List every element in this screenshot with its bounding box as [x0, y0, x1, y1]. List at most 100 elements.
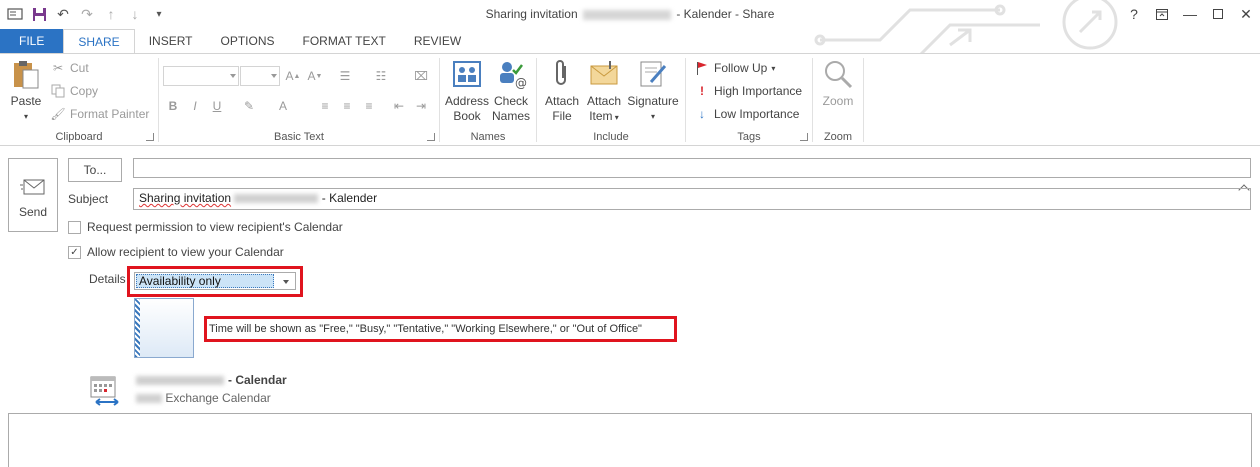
paste-dropdown-icon: ▾ — [23, 112, 28, 121]
tags-group-label: Tags — [737, 131, 761, 143]
magnifier-icon — [825, 61, 853, 89]
preview-stripe — [135, 299, 140, 357]
align-center-icon[interactable]: ≡ — [337, 96, 357, 116]
include-group-label: Include — [593, 131, 629, 143]
separator — [863, 58, 864, 142]
shrink-font-icon[interactable]: A ▼ — [305, 66, 325, 86]
envelope-attach-icon — [590, 61, 618, 85]
zoom-group: Zoom Zoom — [813, 54, 863, 146]
include-group: Attach File Attach Item ▾ Signature ▾ In… — [537, 54, 685, 146]
redacted-text — [136, 394, 162, 404]
align-left-icon[interactable]: ≡ — [315, 96, 335, 116]
attach-item-dropdown-icon: ▾ — [612, 113, 619, 122]
paintbrush-icon: 🖌 — [50, 107, 66, 121]
checkbox-unchecked-icon — [68, 220, 81, 234]
signature-icon — [640, 61, 667, 87]
zoom-group-label: Zoom — [823, 131, 853, 143]
check-names-button[interactable]: @ Check Names — [488, 58, 534, 124]
clipboard-dialog-launcher-icon[interactable] — [146, 133, 154, 141]
increase-indent-icon[interactable]: ⇥ — [411, 96, 431, 116]
ribbon-display-options-icon[interactable] — [1148, 0, 1176, 28]
tab-options[interactable]: OPTIONS — [206, 29, 288, 53]
zoom-button[interactable]: Zoom — [819, 58, 857, 109]
exclamation-icon: ! — [700, 84, 704, 98]
tab-share[interactable]: SHARE — [63, 29, 135, 54]
font-color-icon[interactable]: A — [273, 96, 293, 116]
bold-icon[interactable]: B — [163, 96, 183, 116]
calendar-type: Exchange Calendar — [136, 391, 271, 405]
checkbox-checked-icon: ✓ — [68, 245, 81, 259]
chevron-down-icon — [271, 74, 277, 78]
tab-insert[interactable]: INSERT — [135, 29, 207, 53]
clear-formatting-icon[interactable]: ⌧ — [411, 66, 431, 86]
message-body[interactable] — [8, 413, 1252, 467]
ribbon-tabs: FILE SHARE INSERT OPTIONS FORMAT TEXT RE… — [0, 29, 1260, 54]
close-button[interactable]: ✕ — [1232, 0, 1260, 28]
to-field[interactable] — [133, 158, 1251, 178]
request-permission-checkbox[interactable]: Request permission to view recipient's C… — [68, 220, 343, 234]
high-importance-button[interactable]: ! High Importance — [694, 81, 802, 101]
tags-dialog-launcher-icon[interactable] — [800, 133, 808, 141]
redacted-name — [583, 9, 671, 20]
decrease-indent-icon[interactable]: ⇤ — [389, 96, 409, 116]
check-names-icon: @ — [500, 62, 527, 90]
align-right-icon[interactable]: ≡ — [359, 96, 379, 116]
italic-icon[interactable]: I — [185, 96, 205, 116]
clipboard-icon — [14, 61, 39, 89]
tab-file[interactable]: FILE — [0, 29, 64, 53]
svg-text:@: @ — [515, 76, 527, 90]
low-importance-button[interactable]: ↓ Low Importance — [694, 104, 799, 124]
copy-icon — [50, 83, 66, 99]
signature-button[interactable]: Signature ▾ — [625, 58, 681, 124]
subject-field[interactable]: Sharing invitation - Kalender — [133, 188, 1251, 210]
highlight-icon[interactable]: ✎ — [239, 96, 259, 116]
address-book-button[interactable]: Address Book — [442, 58, 492, 124]
calendar-icon — [90, 376, 119, 406]
tab-format-text[interactable]: FORMAT TEXT — [289, 29, 400, 53]
details-label: Details — [89, 272, 126, 286]
tab-review[interactable]: REVIEW — [400, 29, 475, 53]
copy-button[interactable]: Copy — [50, 81, 98, 101]
follow-up-button[interactable]: Follow Up ▾ — [694, 58, 775, 78]
redacted-name — [234, 194, 319, 204]
allow-recipient-checkbox[interactable]: ✓ Allow recipient to view your Calendar — [68, 245, 284, 259]
redacted-name — [136, 376, 224, 386]
send-envelope-icon — [20, 179, 45, 195]
maximize-button[interactable] — [1204, 0, 1232, 28]
numbering-icon[interactable]: ☷ — [371, 66, 391, 86]
tags-group: Follow Up ▾ ! High Importance ↓ Low Impo… — [686, 54, 812, 146]
arrow-down-icon: ↓ — [699, 107, 705, 121]
details-description: Time will be shown as "Free," "Busy," "T… — [209, 323, 642, 335]
names-group-label: Names — [470, 131, 506, 143]
clipboard-group-label: Clipboard — [55, 131, 103, 143]
chevron-down-icon — [283, 280, 289, 284]
clipboard-group: Paste ▾ ✂ Cut Copy 🖌 Format Painter Clip… — [0, 54, 158, 146]
basic-text-group: A ▲ A ▼ ☰ ☷ ⌧ B I U ✎ A ≡ ≡ ≡ ⇤ ⇥ Basic Te… — [159, 54, 439, 146]
underline-icon[interactable]: U — [207, 96, 227, 116]
paperclip-icon — [556, 60, 566, 85]
bullets-icon[interactable]: ☰ — [335, 66, 355, 86]
calendar-name: - Calendar — [136, 373, 287, 387]
to-button[interactable]: To... — [68, 158, 122, 182]
names-group: Address Book @ Check Names Names — [440, 54, 536, 146]
send-button[interactable]: Send — [8, 158, 58, 232]
basic-text-dialog-launcher-icon[interactable] — [427, 133, 435, 141]
flag-icon — [694, 60, 710, 76]
format-painter-button[interactable]: 🖌 Format Painter — [50, 104, 149, 124]
font-size-combo[interactable] — [240, 66, 280, 86]
font-name-combo[interactable] — [163, 66, 239, 86]
attach-item-button[interactable]: Attach Item ▾ — [583, 58, 625, 125]
signature-dropdown-icon: ▾ — [650, 112, 655, 121]
chevron-down-icon — [230, 74, 236, 78]
follow-up-dropdown-icon: ▾ — [771, 63, 776, 73]
cut-button[interactable]: ✂ Cut — [50, 58, 89, 78]
availability-preview — [134, 298, 194, 358]
attach-file-button[interactable]: Attach File — [541, 58, 583, 124]
details-selected-value: Availability only — [136, 274, 274, 288]
details-select[interactable]: Availability only — [134, 272, 296, 290]
window-controls: ? — ✕ — [1120, 0, 1260, 28]
grow-font-icon[interactable]: A ▲ — [283, 66, 303, 86]
paste-button[interactable]: Paste ▾ — [8, 58, 44, 124]
basic-text-group-label: Basic Text — [274, 131, 324, 143]
minimize-button[interactable]: — — [1176, 0, 1204, 28]
